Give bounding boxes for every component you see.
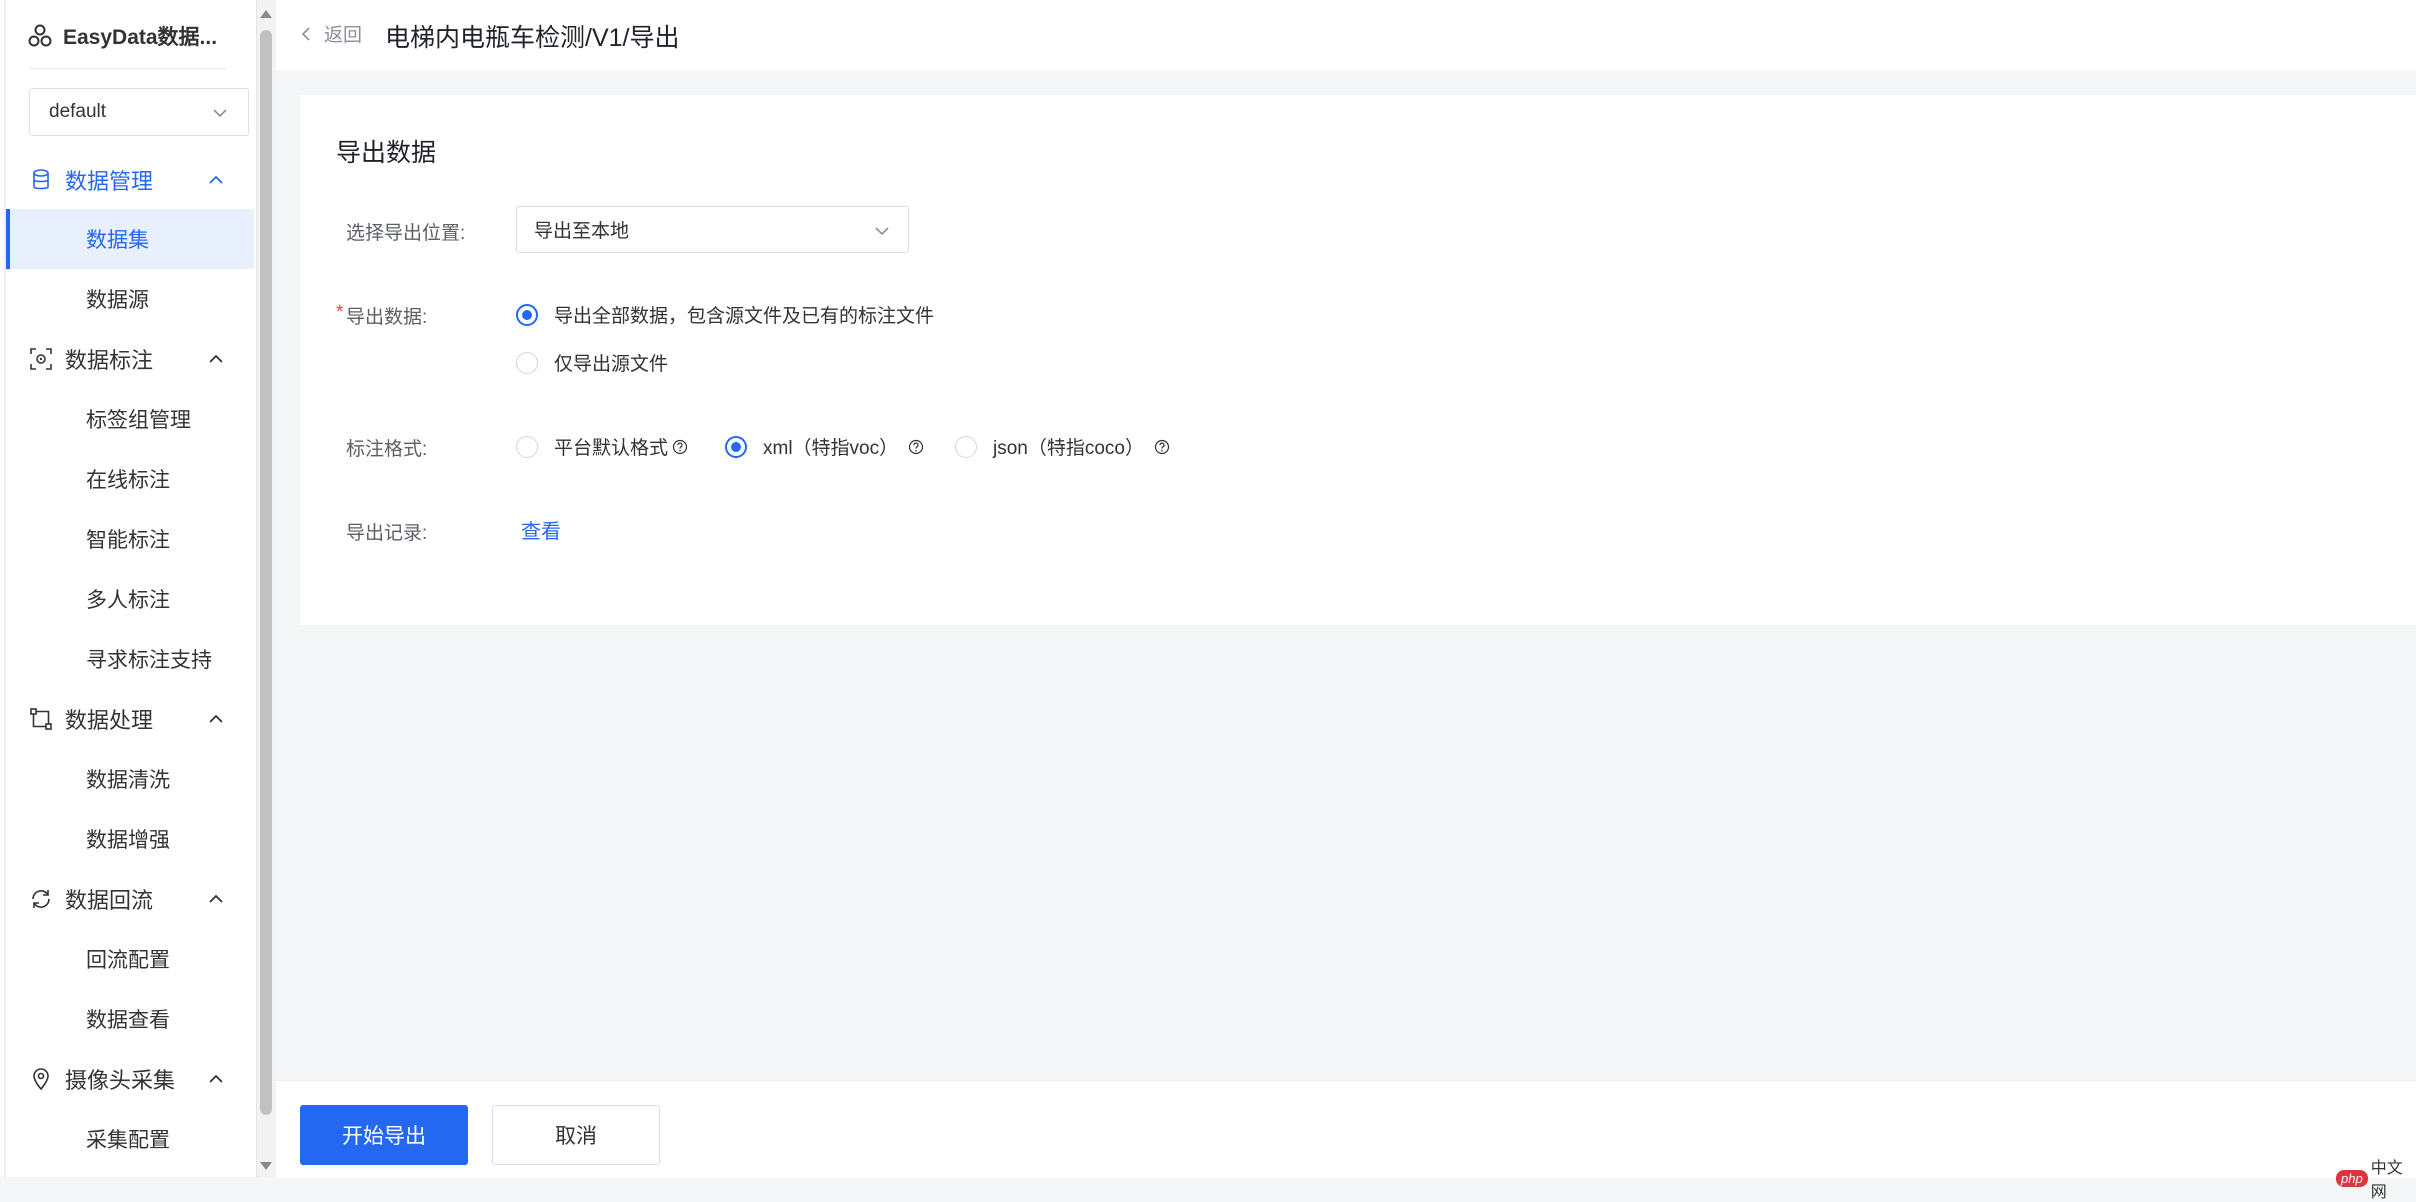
- sidebar-item-label-groups[interactable]: 标签组管理: [6, 389, 254, 449]
- chevron-up-icon: [209, 714, 223, 723]
- sidebar-group-annotation[interactable]: 数据标注: [0, 329, 256, 389]
- chevron-down-icon: [213, 109, 227, 118]
- back-label: 返回: [324, 25, 363, 46]
- radio-export-source-only[interactable]: 仅导出源文件: [516, 349, 668, 376]
- refresh-icon: [32, 890, 50, 908]
- sidebar-item-backflow-config[interactable]: 回流配置: [6, 929, 254, 989]
- scan-target-icon: [30, 348, 52, 370]
- sidebar-item-smart-annotation[interactable]: 智能标注: [6, 509, 254, 569]
- chevron-down-icon: [875, 227, 889, 236]
- radio-circle: [516, 435, 538, 458]
- radio-format-platform-default[interactable]: 平台默认格式: [516, 433, 688, 460]
- sidebar-item-label: 在线标注: [86, 469, 170, 492]
- sidebar-item-label: 采集配置: [86, 1129, 170, 1152]
- radio-label: 平台默认格式: [554, 438, 669, 459]
- view-export-record-link[interactable]: 查看: [521, 515, 561, 544]
- radio-circle: [516, 351, 538, 374]
- sidebar: EasyData数据... default 数据管理 数据集 数据源 数据标注: [0, 0, 256, 1177]
- start-export-button[interactable]: 开始导出: [300, 1105, 468, 1165]
- sidebar-item-data-view[interactable]: 数据查看: [6, 989, 254, 1049]
- page-header: 返回 电梯内电瓶车检测/V1/导出: [276, 0, 2416, 70]
- form-title: 导出数据: [336, 139, 437, 167]
- data-scope-label: * 导出数据:: [336, 302, 428, 329]
- sidebar-group-label: 数据标注: [65, 348, 154, 373]
- export-destination-select[interactable]: 导出至本地: [516, 206, 909, 253]
- database-icon: [33, 169, 49, 190]
- sidebar-group-data-management[interactable]: 数据管理: [0, 150, 256, 210]
- sidebar-item-data-cleaning[interactable]: 数据清洗: [6, 749, 254, 809]
- sidebar-item-capture-config[interactable]: 采集配置: [6, 1109, 254, 1169]
- sidebar-item-label: 多人标注: [86, 589, 170, 612]
- sidebar-scrollbar[interactable]: [256, 0, 276, 1177]
- radio-export-all-data[interactable]: 导出全部数据，包含源文件及已有的标注文件: [516, 301, 934, 328]
- help-circle-icon[interactable]: [672, 439, 688, 455]
- data-scope-label-text: 导出数据:: [346, 307, 428, 328]
- sidebar-group-label: 数据处理: [65, 708, 154, 733]
- sidebar-item-label: 数据增强: [86, 829, 170, 852]
- export-record-label: 导出记录:: [346, 523, 428, 544]
- sidebar-group-label: 数据管理: [65, 169, 154, 194]
- sidebar-group-label: 数据回流: [65, 888, 154, 913]
- radio-format-xml-voc[interactable]: xml（特指voc）: [725, 433, 924, 460]
- export-form-card: 导出数据 选择导出位置: 导出至本地 * 导出数据: 导出全部数据，包含源文件及…: [300, 95, 2416, 625]
- sidebar-item-label: 寻求标注支持: [86, 649, 212, 672]
- app-logo[interactable]: EasyData数据...: [27, 14, 217, 58]
- sidebar-item-multi-person-annotation[interactable]: 多人标注: [6, 569, 254, 629]
- site-watermark: php 中文网: [2336, 1154, 2416, 1202]
- chevron-up-icon: [209, 894, 223, 903]
- workspace-select-value: default: [49, 101, 107, 122]
- watermark-text: 中文网: [2370, 1160, 2403, 1201]
- back-button[interactable]: 返回: [300, 20, 362, 47]
- location-pin-icon: [33, 1068, 49, 1091]
- sidebar-item-datasets[interactable]: 数据集: [6, 209, 254, 269]
- sidebar-group-label: 摄像头采集: [65, 1068, 176, 1093]
- sidebar-group-camera-capture[interactable]: 摄像头采集: [0, 1049, 256, 1109]
- sidebar-item-label: 智能标注: [86, 529, 170, 552]
- processing-icon: [30, 708, 52, 730]
- export-destination-value: 导出至本地: [534, 221, 630, 242]
- page-title: 电梯内电瓶车检测/V1/导出: [385, 24, 680, 52]
- app-name: EasyData数据...: [63, 26, 218, 49]
- sidebar-group-data-backflow[interactable]: 数据回流: [0, 869, 256, 929]
- help-circle-icon[interactable]: [1154, 439, 1170, 455]
- cancel-button[interactable]: 取消: [492, 1105, 660, 1165]
- sidebar-item-data-augmentation[interactable]: 数据增强: [6, 809, 254, 869]
- sidebar-item-annotation-support[interactable]: 寻求标注支持: [6, 629, 254, 689]
- destination-label: 选择导出位置:: [346, 223, 466, 244]
- scroll-down-arrow-icon[interactable]: [260, 1162, 272, 1170]
- sidebar-item-label: 数据集: [86, 229, 149, 252]
- chevron-up-icon: [209, 175, 223, 184]
- required-asterisk: *: [336, 302, 344, 323]
- sidebar-item-label: 回流配置: [86, 949, 170, 972]
- annotation-format-label: 标注格式:: [346, 439, 428, 460]
- chevron-left-icon: [301, 26, 310, 41]
- scroll-up-arrow-icon[interactable]: [260, 10, 272, 18]
- sidebar-item-label: 数据查看: [86, 1009, 170, 1032]
- radio-label: json（特指coco）: [993, 438, 1144, 459]
- radio-label: 导出全部数据，包含源文件及已有的标注文件: [554, 306, 935, 327]
- easydata-logo-icon: [28, 24, 52, 47]
- radio-label: xml（特指voc）: [763, 438, 899, 459]
- watermark-badge: php: [2336, 1169, 2368, 1187]
- sidebar-item-label: 标签组管理: [86, 409, 191, 432]
- divider: [30, 68, 227, 69]
- workspace-select[interactable]: default: [29, 88, 249, 136]
- chevron-up-icon: [209, 354, 223, 363]
- radio-circle-checked: [516, 303, 538, 326]
- scrollbar-thumb[interactable]: [260, 30, 272, 1115]
- sidebar-item-label: 数据清洗: [86, 769, 170, 792]
- action-footer: 开始导出 取消: [276, 1080, 2416, 1178]
- scrollbar-track: [256, 0, 257, 1177]
- help-circle-icon[interactable]: [908, 439, 924, 455]
- radio-label: 仅导出源文件: [554, 354, 669, 375]
- radio-format-json-coco[interactable]: json（特指coco）: [955, 433, 1170, 460]
- sidebar-item-data-sources[interactable]: 数据源: [6, 269, 254, 329]
- sidebar-item-online-annotation[interactable]: 在线标注: [6, 449, 254, 509]
- radio-circle-checked: [725, 435, 747, 458]
- sidebar-group-processing[interactable]: 数据处理: [0, 689, 256, 749]
- sidebar-item-label: 数据源: [86, 289, 149, 312]
- chevron-up-icon: [209, 1074, 223, 1083]
- radio-circle: [955, 435, 977, 458]
